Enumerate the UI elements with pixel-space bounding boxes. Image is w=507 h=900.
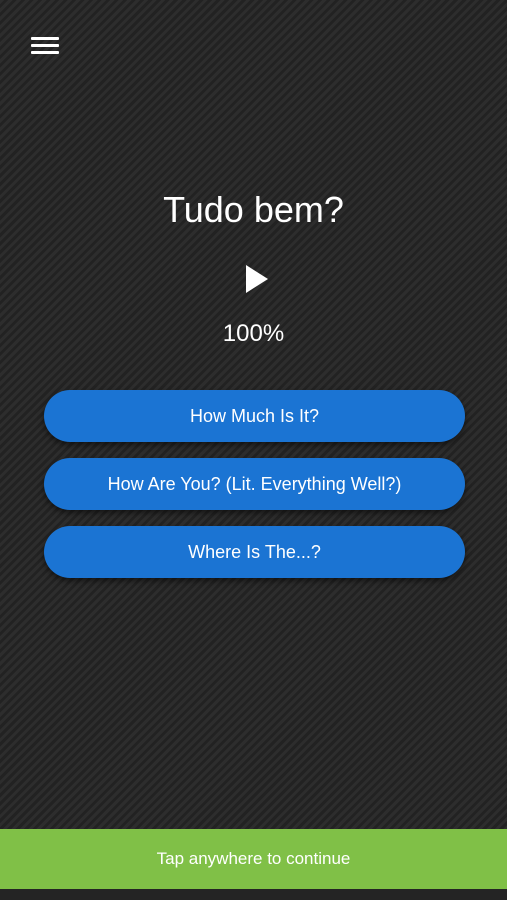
bottom-strip (0, 889, 507, 900)
phrase-text: Tudo bem? (163, 189, 344, 230)
hamburger-menu-icon (31, 37, 59, 40)
answer-option-3[interactable]: Where Is The...? (44, 526, 465, 578)
score-percent: 100% (222, 320, 285, 347)
play-icon (246, 265, 268, 293)
menu-button[interactable] (29, 34, 61, 58)
answer-options: How Much Is It? How Are You? (Lit. Every… (44, 390, 465, 594)
answer-option-1[interactable]: How Much Is It? (44, 390, 465, 442)
play-audio-button[interactable] (237, 259, 273, 299)
continue-bar[interactable]: Tap anywhere to continue (0, 829, 507, 889)
answer-option-2[interactable]: How Are You? (Lit. Everything Well?) (44, 458, 465, 510)
